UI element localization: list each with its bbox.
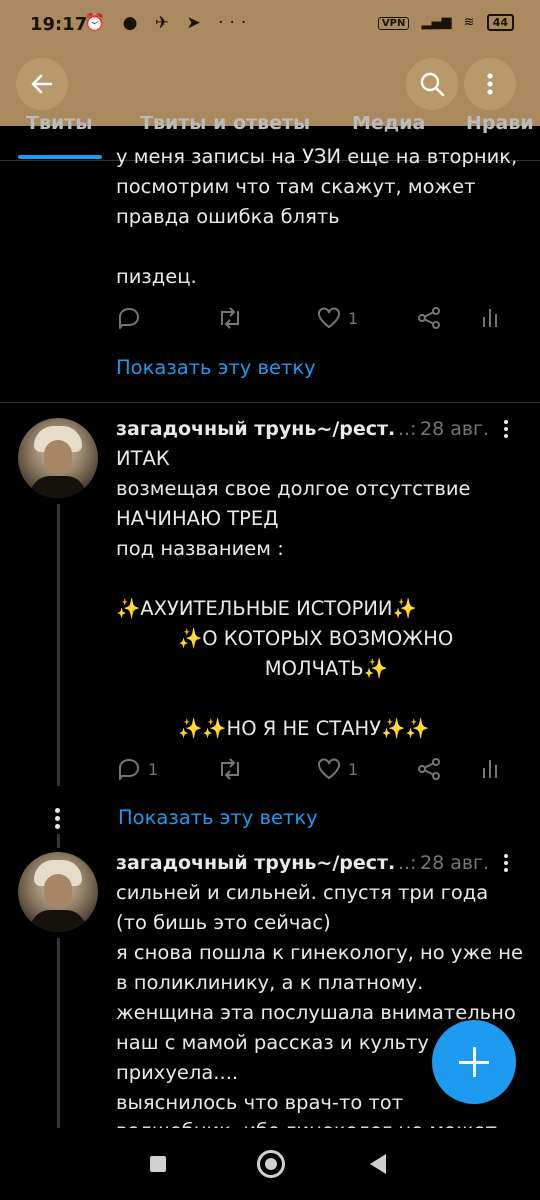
tweet-text-line: выяснилось что врач-то тот: [116, 1091, 404, 1114]
share-icon: [418, 307, 440, 329]
show-thread-link[interactable]: Показать эту ветку: [116, 356, 316, 379]
heart-icon: [318, 307, 340, 329]
tweet-text-line: посмотрим что там скажут, может: [116, 175, 476, 198]
retweet-button[interactable]: [216, 756, 244, 782]
tweet-text-line: возмещая свое долгое отсутствие: [116, 477, 471, 500]
recent-apps-icon[interactable]: [150, 1156, 166, 1172]
retweet-button[interactable]: [216, 305, 244, 331]
tweet-text-line: под названием :: [116, 537, 284, 560]
share-button[interactable]: [416, 756, 442, 782]
analytics-icon: [483, 760, 497, 778]
app-bar-overlay: [0, 52, 540, 116]
reply-icon: [119, 308, 139, 329]
tweet-divider: [0, 402, 540, 403]
tweet-text-line: ✨АХУИТЕЛЬНЫЕ ИСТОРИИ✨: [116, 597, 417, 620]
author-name[interactable]: загадочный трунь~/рест.: [116, 418, 395, 440]
tweet-text-line: НАЧИНАЮ ТРЕД: [116, 507, 279, 530]
tab-active-indicator: [18, 155, 102, 159]
thread-line: [57, 938, 60, 1128]
wifi-icon: ≋: [463, 15, 475, 30]
tweet-text-line: МОЛЧАТЬ✨: [116, 657, 388, 680]
back-triangle-icon[interactable]: [370, 1154, 386, 1174]
like-count: 1: [348, 759, 359, 779]
battery-icon: 44: [486, 14, 514, 31]
share-icon: [418, 758, 440, 780]
show-thread-link[interactable]: Показать эту ветку: [118, 806, 318, 829]
tweet-date[interactable]: 28 авг.: [420, 418, 489, 440]
back-button[interactable]: [16, 58, 68, 110]
reply-button[interactable]: [116, 305, 142, 331]
status-bar: 19:17 ⏰ ● ✈ ➤ ··· VPN ▂▄▆ ≋ 44: [0, 0, 540, 52]
more-vertical-icon: [487, 73, 493, 95]
tweet-text-line: в поликлинику, а к платному.: [116, 971, 424, 994]
retweet-icon: [221, 307, 239, 329]
avatar[interactable]: [18, 418, 98, 498]
like-button[interactable]: 1: [316, 756, 358, 782]
search-button[interactable]: [406, 58, 458, 110]
vpn-icon: VPN: [377, 17, 410, 30]
tweet-text-line: сильней и сильней. спустя три года: [116, 881, 489, 904]
signal-icon: ▂▄▆: [421, 15, 452, 30]
like-count: 1: [348, 308, 359, 328]
thread-line: [57, 504, 60, 786]
share-button[interactable]: [416, 305, 442, 331]
retweet-icon: [221, 758, 239, 780]
tweet-text-line: ✨О КОТОРЫХ ВОЗМОЖНО: [116, 627, 454, 650]
analytics-button[interactable]: [480, 756, 502, 782]
system-nav-bar: [0, 1128, 540, 1200]
tweet-text-line: пиздец.: [116, 265, 197, 288]
status-time: 19:17: [30, 14, 88, 35]
tweet-text-line: ИТАК: [116, 447, 170, 470]
compose-tweet-button[interactable]: [432, 1020, 516, 1104]
tweet-text-line: я снова пошла к гинекологу, но уже не: [116, 941, 523, 964]
tweet-text-line: ✨✨НО Я НЕ СТАНУ✨✨: [116, 717, 430, 740]
analytics-button[interactable]: [480, 305, 502, 331]
tweet-text-line: (то бишь это сейчас): [116, 911, 331, 934]
search-icon: [420, 72, 445, 97]
reply-icon: [119, 759, 139, 780]
analytics-icon: [483, 309, 497, 327]
tweet-text-line: правда ошибка блять: [116, 205, 340, 228]
reply-button[interactable]: 1: [116, 756, 158, 782]
status-right: VPN ▂▄▆ ≋ 44: [377, 14, 514, 31]
tweet-menu-button[interactable]: [504, 854, 510, 875]
tweet-actions: 1: [116, 305, 516, 335]
tweet-date[interactable]: 28 авг.: [420, 852, 489, 874]
home-icon[interactable]: [257, 1150, 285, 1178]
arrow-left-icon: [31, 74, 53, 94]
avatar[interactable]: [18, 852, 98, 932]
heart-icon: [318, 758, 340, 780]
tweet-text-line: наш с мамой рассказ и культу: [116, 1031, 429, 1054]
like-button[interactable]: 1: [316, 305, 358, 331]
reply-count: 1: [148, 759, 159, 779]
tweet-ellipsis: ..:: [398, 852, 417, 874]
tweet-actions: 1 1: [116, 756, 516, 786]
notification-icons: ⏰ ● ✈ ➤ ···: [84, 13, 253, 33]
tweet-text-line: у меня записы на УЗИ еще на вторник,: [116, 145, 518, 168]
author-name[interactable]: загадочный трунь~/рест.: [116, 852, 395, 874]
more-options-button[interactable]: [464, 58, 516, 110]
tweet-menu-button[interactable]: [504, 420, 510, 441]
thread-dots: [55, 808, 61, 832]
tweet-text-line: прихуела....: [116, 1061, 239, 1084]
thread-line: [57, 834, 60, 848]
tweet-ellipsis: ..:: [398, 418, 417, 440]
